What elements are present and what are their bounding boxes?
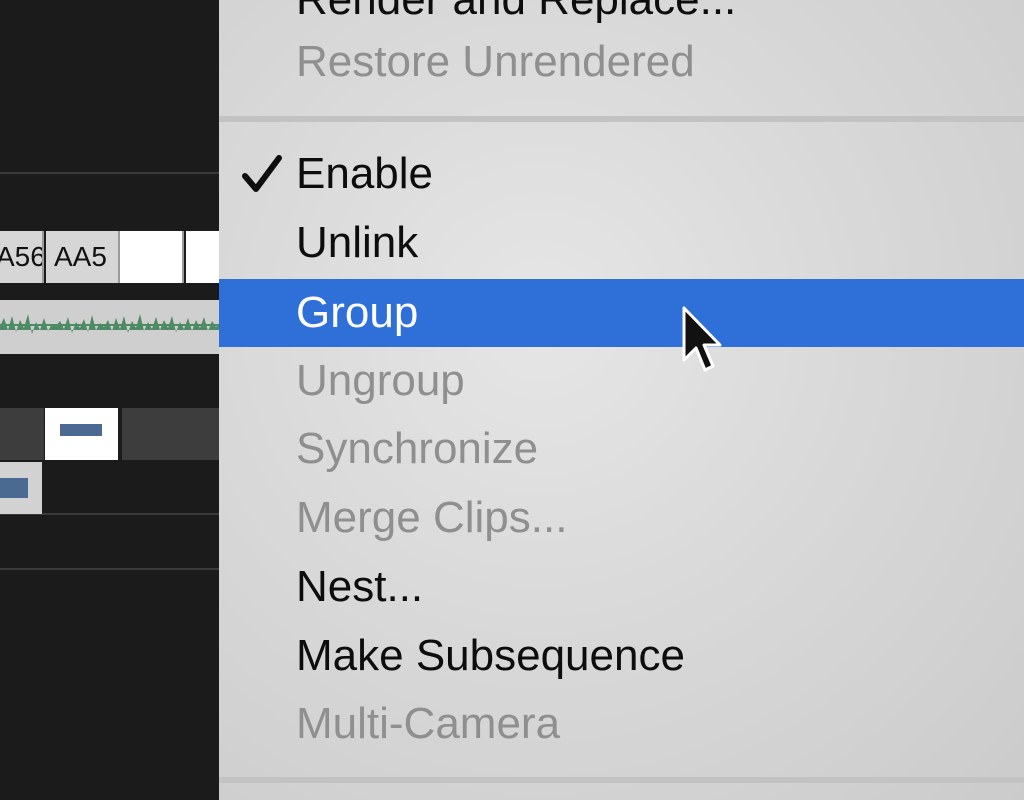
menu-item-synchronize: Synchronize xyxy=(219,415,1024,483)
menu-item-label: Unlink xyxy=(296,218,419,267)
menu-separator xyxy=(219,116,1024,122)
menu-item-unlink[interactable]: Unlink xyxy=(219,209,1024,277)
track-divider xyxy=(0,172,219,174)
menu-item-merge-clips: Merge Clips... xyxy=(219,484,1024,552)
menu-item-nest[interactable]: Nest... xyxy=(219,553,1024,621)
menu-item-group[interactable]: Group xyxy=(219,279,1024,347)
video-clip[interactable]: AA5 xyxy=(46,231,120,283)
clip-marker xyxy=(60,424,102,436)
menu-item-label: Ungroup xyxy=(296,356,465,405)
menu-item-label: Synchronize xyxy=(296,424,539,473)
menu-item-label: Merge Clips... xyxy=(296,493,568,542)
mouse-pointer-icon xyxy=(682,306,722,372)
menu-item-label: Group xyxy=(296,288,419,337)
clip-label: AA5 xyxy=(54,241,107,272)
menu-item-label: Restore Unrendered xyxy=(296,37,695,86)
context-menu: Render and Replace... Restore Unrendered… xyxy=(219,0,1024,800)
clip-marker xyxy=(0,478,28,498)
menu-separator xyxy=(219,777,1024,783)
menu-item-label: Nest... xyxy=(296,562,424,611)
menu-item-enable[interactable]: Enable xyxy=(219,140,1024,208)
timeline-panel: A56 AA5 xyxy=(0,0,219,800)
menu-item-label: Render and Replace... xyxy=(296,0,736,24)
track-clip[interactable] xyxy=(122,408,219,460)
checkmark-icon xyxy=(242,155,282,192)
track-clip[interactable] xyxy=(0,408,44,460)
clip-label: A56 xyxy=(0,241,44,272)
video-clip[interactable] xyxy=(120,231,184,283)
menu-item-label: Enable xyxy=(296,149,434,198)
menu-item-multi-camera: Multi-Camera xyxy=(219,690,1024,758)
video-clip[interactable]: A56 xyxy=(0,231,44,283)
menu-item-make-subsequence[interactable]: Make Subsequence xyxy=(219,622,1024,690)
waveform-graphic xyxy=(0,314,219,334)
menu-item-ungroup: Ungroup xyxy=(219,347,1024,415)
menu-item-label: Multi-Camera xyxy=(296,699,561,748)
audio-waveform-clip[interactable] xyxy=(0,300,219,354)
menu-item-label: Make Subsequence xyxy=(296,631,685,680)
video-clip[interactable] xyxy=(186,231,219,283)
track-divider xyxy=(0,568,219,570)
menu-item-restore-unrendered: Restore Unrendered xyxy=(219,28,1024,96)
